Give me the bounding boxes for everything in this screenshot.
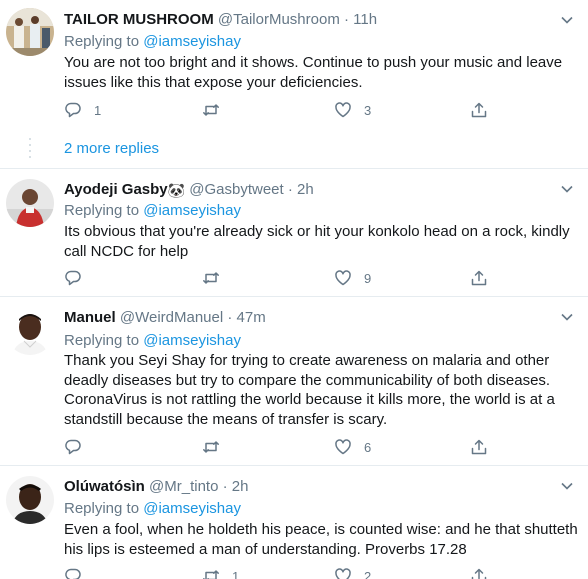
mention-link[interactable]: @iamseyishay: [143, 33, 241, 50]
tweet-header: TAILOR MUSHROOM @TailorMushroom · 11h: [64, 11, 377, 29]
retweet-button[interactable]: [202, 437, 232, 457]
username[interactable]: @WeirdManuel: [120, 309, 223, 326]
thread-line: [29, 138, 31, 162]
tweet-text: Even a fool, when he holdeth his peace, …: [64, 521, 578, 558]
retweet-icon: [203, 272, 219, 284]
reply-button[interactable]: [64, 268, 94, 288]
retweet-button[interactable]: 1: [202, 566, 239, 579]
reply-icon: [65, 568, 81, 579]
replying-label: Replying to: [64, 202, 140, 219]
tweet-actions: 1 3: [64, 100, 494, 120]
like-count: 6: [364, 439, 372, 455]
retweet-icon: [203, 570, 219, 579]
like-button[interactable]: 9: [334, 268, 371, 288]
retweet-button[interactable]: [202, 268, 232, 288]
display-name[interactable]: TAILOR MUSHROOM: [64, 11, 214, 28]
like-button[interactable]: 3: [334, 100, 371, 120]
replying-label: Replying to: [64, 500, 140, 517]
share-icon: [471, 439, 487, 455]
tweet-actions: 6: [64, 437, 494, 457]
separator-dot: ·: [227, 309, 233, 326]
like-icon: [335, 439, 351, 455]
panda-emoji: 🐼: [167, 182, 186, 198]
reply-button[interactable]: [64, 566, 94, 579]
mention-link[interactable]: @iamseyishay: [143, 202, 241, 219]
like-count: 9: [364, 270, 372, 286]
timestamp[interactable]: 11h: [353, 11, 377, 28]
tweet-actions: 9: [64, 268, 494, 288]
tweet-3[interactable]: Manuel @WeirdManuel · 47m Replying to @i…: [0, 297, 588, 465]
tweet-header: Manuel @WeirdManuel · 47m: [64, 309, 266, 327]
caret-down-icon[interactable]: [560, 479, 574, 493]
username[interactable]: @Gasbytweet: [189, 181, 283, 198]
like-count: 3: [364, 102, 372, 118]
replying-to: Replying to @iamseyishay: [64, 500, 241, 518]
retweet-count: 1: [232, 568, 240, 579]
replying-to: Replying to @iamseyishay: [64, 202, 241, 220]
retweet-button[interactable]: [202, 100, 232, 120]
retweet-icon: [203, 104, 219, 116]
username[interactable]: @Mr_tinto: [149, 478, 218, 495]
share-button[interactable]: [470, 437, 488, 457]
avatar[interactable]: [6, 307, 54, 355]
replying-label: Replying to: [64, 33, 140, 50]
timestamp[interactable]: 2h: [232, 478, 249, 495]
caret-down-icon[interactable]: [560, 13, 574, 27]
mention-link[interactable]: @iamseyishay: [143, 332, 241, 349]
replying-to: Replying to @iamseyishay: [64, 33, 241, 51]
timestamp[interactable]: 47m: [237, 309, 266, 326]
tweet-text: Its obvious that you're already sick or …: [64, 223, 570, 260]
like-icon: [335, 270, 351, 286]
tweet-2[interactable]: Ayodeji Gasby🐼 @Gasbytweet · 2h Replying…: [0, 169, 588, 295]
avatar[interactable]: [6, 476, 54, 524]
timestamp[interactable]: 2h: [297, 181, 314, 198]
tweet-text: You are not too bright and it shows. Con…: [64, 54, 563, 91]
avatar[interactable]: [6, 8, 54, 56]
replying-to: Replying to @iamseyishay: [64, 332, 241, 350]
share-button[interactable]: [470, 100, 488, 120]
tweet-actions: 1 2: [64, 566, 494, 579]
separator-dot: ·: [287, 181, 293, 198]
like-icon: [335, 568, 351, 579]
tweet-1[interactable]: TAILOR MUSHROOM @TailorMushroom · 11h Re…: [0, 0, 588, 170]
share-button[interactable]: [470, 268, 488, 288]
tweet-header: Olúwatósìn @Mr_tinto · 2h: [64, 478, 248, 496]
caret-down-icon[interactable]: [560, 182, 574, 196]
like-button[interactable]: 2: [334, 566, 371, 579]
reply-icon: [65, 102, 81, 118]
reply-count: 1: [94, 102, 102, 118]
display-name[interactable]: Manuel: [64, 309, 116, 326]
tweet-header: Ayodeji Gasby🐼 @Gasbytweet · 2h: [64, 181, 314, 199]
like-count: 2: [364, 568, 372, 579]
retweet-icon: [203, 441, 219, 453]
display-name[interactable]: Olúwatósìn: [64, 478, 145, 495]
like-button[interactable]: 6: [334, 437, 371, 457]
more-replies-link[interactable]: 2 more replies: [64, 140, 159, 157]
like-icon: [335, 102, 351, 118]
tweet-4[interactable]: Olúwatósìn @Mr_tinto · 2h Replying to @i…: [0, 466, 588, 579]
separator-dot: ·: [222, 478, 228, 495]
share-button[interactable]: [470, 566, 488, 579]
display-name[interactable]: Ayodeji Gasby🐼: [64, 181, 185, 198]
reply-button[interactable]: 1: [64, 100, 101, 120]
caret-down-icon[interactable]: [560, 310, 574, 324]
share-icon: [471, 102, 487, 118]
mention-link[interactable]: @iamseyishay: [143, 500, 241, 517]
separator-dot: ·: [344, 11, 349, 28]
share-icon: [471, 270, 487, 286]
replying-label: Replying to: [64, 332, 140, 349]
reply-icon: [65, 270, 81, 286]
tweet-text: Thank you Seyi Shay for trying to create…: [64, 352, 555, 428]
reply-icon: [65, 439, 81, 455]
share-icon: [471, 568, 487, 579]
reply-button[interactable]: [64, 437, 94, 457]
avatar[interactable]: [6, 179, 54, 227]
username[interactable]: @TailorMushroom: [218, 11, 340, 28]
